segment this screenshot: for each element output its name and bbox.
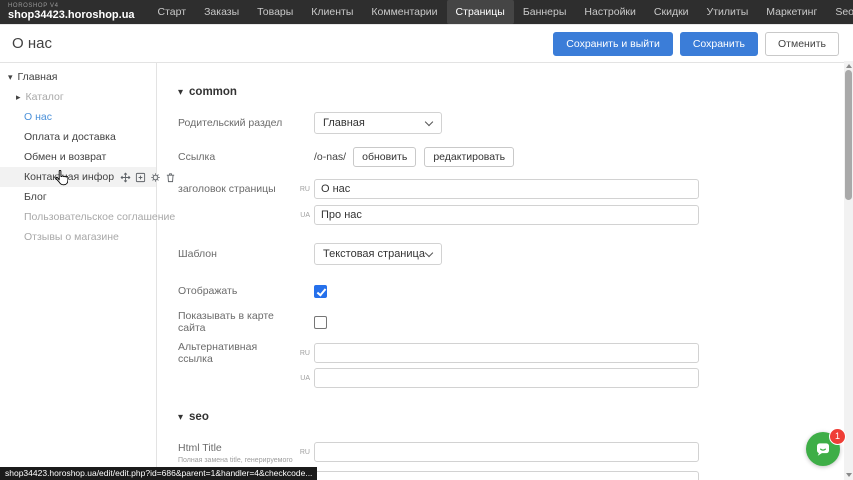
- tree-item-label: Главная: [18, 71, 58, 83]
- display-checkbox[interactable]: [314, 285, 327, 298]
- display-label: Отображать: [178, 285, 288, 297]
- sitemap-label: Показывать в карте сайта: [178, 310, 288, 334]
- alt-link-label: Альтернативная ссылка: [178, 341, 288, 365]
- delete-trash-icon[interactable]: [165, 172, 176, 183]
- alt-link-ru-input[interactable]: [314, 343, 699, 363]
- tree-item-label: Блог: [24, 191, 47, 203]
- scrollbar-thumb[interactable]: [845, 70, 852, 200]
- tree-item-about[interactable]: О нас: [0, 107, 156, 127]
- nav-seo[interactable]: Seo: [826, 0, 853, 24]
- tree-item-user-agreement[interactable]: Пользовательское соглашение: [0, 207, 156, 227]
- vertical-scrollbar[interactable]: [844, 61, 853, 480]
- tree-item-label: Каталог: [26, 91, 64, 103]
- chevron-right-icon: ▸: [16, 92, 21, 103]
- nav-discounts[interactable]: Скидки: [645, 0, 698, 24]
- scroll-up-arrow-icon[interactable]: [846, 64, 852, 68]
- parent-section-label: Родительский раздел: [178, 117, 288, 129]
- tree-item-exchange-return[interactable]: Обмен и возврат: [0, 147, 156, 167]
- lang-ua-label: UA: [288, 212, 310, 219]
- nav-banners[interactable]: Баннеры: [514, 0, 576, 24]
- topbar: HOROSHOP V4 shop34423.horoshop.ua Старт …: [0, 0, 853, 24]
- page-title-label: заголовок страницы: [178, 183, 288, 195]
- scroll-down-arrow-icon[interactable]: [846, 473, 852, 477]
- nav-start[interactable]: Старт: [149, 0, 196, 24]
- template-value: Текстовая страница: [323, 248, 425, 260]
- chevron-down-icon: ▾: [8, 72, 13, 83]
- nav-marketing[interactable]: Маркетинг: [757, 0, 826, 24]
- settings-gear-icon[interactable]: [150, 172, 161, 183]
- save-button[interactable]: Сохранить: [680, 32, 758, 56]
- nav-clients[interactable]: Клиенты: [302, 0, 362, 24]
- chat-bubble-icon: [814, 440, 832, 458]
- html-title-ru-input[interactable]: [314, 442, 699, 462]
- nav-settings[interactable]: Настройки: [575, 0, 645, 24]
- sitemap-checkbox[interactable]: [314, 316, 327, 329]
- tree-item-catalog[interactable]: ▸ Каталог: [0, 87, 156, 107]
- link-path-value: /o-nas/: [314, 151, 346, 163]
- tree-item-label: Пользовательское соглашение: [24, 211, 175, 223]
- tree-item-label: О нас: [24, 111, 52, 123]
- link-label: Ссылка: [178, 151, 288, 163]
- tree-item-label: Оплата и доставка: [24, 131, 116, 143]
- parent-section-value: Главная: [323, 117, 365, 129]
- mouse-cursor-hand: [55, 170, 68, 191]
- move-icon[interactable]: [120, 172, 131, 183]
- html-title-ua-input[interactable]: [314, 471, 699, 480]
- logo-domain-label: shop34423.horoshop.ua: [8, 10, 135, 21]
- page-title-ua-input[interactable]: [314, 205, 699, 225]
- save-and-exit-button[interactable]: Сохранить и выйти: [553, 32, 673, 56]
- alt-link-ua-input[interactable]: [314, 368, 699, 388]
- html-title-label: Html Title: [178, 442, 288, 454]
- page-title-ru-input[interactable]: [314, 179, 699, 199]
- shop-logo[interactable]: HOROSHOP V4 shop34423.horoshop.ua: [8, 3, 135, 21]
- app-window: HOROSHOP V4 shop34423.horoshop.ua Старт …: [0, 0, 853, 480]
- tree-item-payment-delivery[interactable]: Оплата и доставка: [0, 127, 156, 147]
- link-update-button[interactable]: обновить: [353, 147, 416, 167]
- add-page-icon[interactable]: [135, 172, 146, 183]
- chevron-down-icon: ▾: [178, 87, 183, 98]
- nav-pages[interactable]: Страницы: [447, 0, 514, 24]
- section-common[interactable]: ▾ common: [178, 81, 844, 103]
- section-seo[interactable]: ▾ seo: [178, 406, 844, 428]
- chevron-down-icon: [425, 117, 433, 125]
- section-common-title: common: [189, 86, 237, 98]
- page-header: О нас Сохранить и выйти Сохранить Отмени…: [0, 24, 853, 63]
- link-edit-button[interactable]: редактировать: [424, 147, 514, 167]
- parent-section-select[interactable]: Главная: [314, 112, 442, 134]
- nav-comments[interactable]: Комментарии: [362, 0, 446, 24]
- lang-ru-label: RU: [288, 350, 310, 357]
- tree-item-home[interactable]: ▾ Главная: [0, 67, 156, 87]
- nav-orders[interactable]: Заказы: [195, 0, 248, 24]
- tree-item-store-reviews[interactable]: Отзывы о магазине: [0, 227, 156, 247]
- template-select[interactable]: Текстовая страница: [314, 243, 442, 265]
- chevron-down-icon: [425, 248, 433, 256]
- tree-item-contact-info[interactable]: Контактная инфор: [0, 167, 156, 187]
- page-title: О нас: [12, 35, 52, 52]
- lang-ru-label: RU: [288, 186, 310, 193]
- chevron-down-icon: ▾: [178, 412, 183, 423]
- tree-item-label: Обмен и возврат: [24, 151, 106, 163]
- template-label: Шаблон: [178, 248, 288, 260]
- chat-unread-badge: 1: [829, 428, 846, 445]
- cancel-button[interactable]: Отменить: [765, 32, 839, 56]
- main-nav: Старт Заказы Товары Клиенты Комментарии …: [149, 0, 853, 24]
- lang-ua-label: UA: [288, 375, 310, 382]
- section-seo-title: seo: [189, 411, 209, 423]
- lang-ru-label: RU: [288, 449, 310, 456]
- nav-products[interactable]: Товары: [248, 0, 302, 24]
- status-url-tooltip: shop34423.horoshop.ua/edit/edit.php?id=6…: [0, 467, 317, 480]
- tree-item-label: Отзывы о магазине: [24, 231, 119, 243]
- page-edit-form: ▾ common Родительский раздел Главная Ссы…: [158, 61, 844, 480]
- tree-item-label: Контактная инфор: [24, 171, 114, 183]
- pages-tree-sidebar: ▾ Главная ▸ Каталог О нас Оплата и доста…: [0, 62, 157, 480]
- tree-item-blog[interactable]: Блог: [0, 187, 156, 207]
- nav-utilities[interactable]: Утилиты: [698, 0, 758, 24]
- html-title-hint: Полная замена title, генерируемого: [178, 457, 288, 464]
